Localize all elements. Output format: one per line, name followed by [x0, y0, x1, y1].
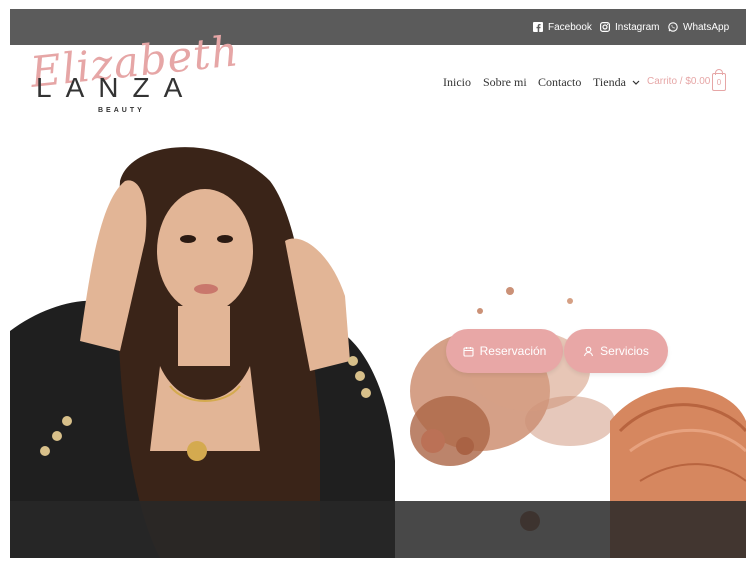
facebook-label: Facebook: [548, 21, 592, 33]
reservation-label: Reservación: [479, 344, 547, 358]
cart-bag-icon[interactable]: 0: [712, 69, 726, 91]
user-icon: [584, 346, 594, 356]
instagram-link[interactable]: Instagram: [600, 9, 659, 45]
instagram-icon: [600, 22, 610, 32]
site-header: Elizabeth LANZA BEAUTY Inicio Sobre mi C…: [10, 26, 746, 121]
whatsapp-icon: [668, 22, 678, 32]
site-logo[interactable]: Elizabeth LANZA BEAUTY: [10, 26, 241, 121]
facebook-icon: [533, 22, 543, 32]
instagram-label: Instagram: [615, 21, 660, 33]
browser-viewport: Facebook Instagram WhatsApp Elizabeth LA…: [10, 9, 746, 558]
nav-inicio[interactable]: Inicio: [443, 75, 471, 90]
hero-bottom-overlay: [10, 501, 746, 558]
nav-contacto[interactable]: Contacto: [538, 75, 581, 90]
calendar-icon: [463, 346, 474, 357]
cart-count: 0: [716, 78, 722, 87]
services-button[interactable]: Servicios: [564, 329, 668, 373]
services-label: Servicios: [600, 344, 649, 358]
nav-tienda[interactable]: Tienda: [593, 75, 640, 90]
logo-subtitle: BEAUTY: [98, 107, 145, 114]
cart-link[interactable]: Carrito / $0.00: [647, 76, 710, 87]
facebook-link[interactable]: Facebook: [533, 9, 592, 45]
logo-wordmark: LANZA: [36, 72, 197, 103]
whatsapp-label: WhatsApp: [683, 21, 730, 33]
nav-sobre-mi[interactable]: Sobre mi: [483, 75, 527, 90]
whatsapp-link[interactable]: WhatsApp: [668, 9, 729, 45]
chevron-down-icon: [632, 80, 640, 85]
reservation-button[interactable]: Reservación: [446, 329, 563, 373]
hero-section: Reservación Servicios: [10, 121, 746, 558]
nav-tienda-label: Tienda: [593, 75, 626, 89]
